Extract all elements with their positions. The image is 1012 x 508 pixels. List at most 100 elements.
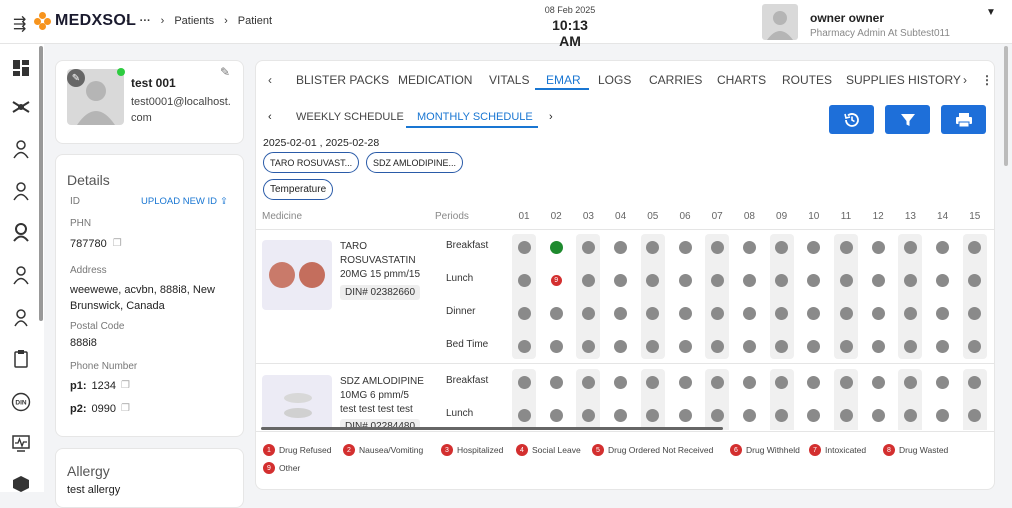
dose-pending-dot[interactable] — [742, 306, 756, 320]
dose-pending-dot[interactable] — [903, 339, 917, 353]
dose-pending-dot[interactable] — [614, 375, 628, 389]
dose-pending-dot[interactable] — [968, 273, 982, 287]
doctor-icon[interactable] — [11, 139, 31, 159]
dose-pending-dot[interactable] — [839, 339, 853, 353]
dose-pending-dot[interactable] — [614, 273, 628, 287]
dose-pending-dot[interactable] — [742, 273, 756, 287]
copy-icon[interactable]: ❐ — [113, 238, 122, 250]
tab-emar[interactable]: EMAR — [546, 73, 581, 87]
tab-charts[interactable]: CHARTS — [717, 73, 766, 87]
dose-pending-dot[interactable] — [646, 240, 660, 254]
clipboard-icon[interactable] — [11, 349, 31, 369]
page-scrollbar[interactable] — [1004, 46, 1008, 166]
tab-supplies-history[interactable]: SUPPLIES HISTORY — [846, 73, 961, 87]
dose-pending-dot[interactable] — [517, 273, 531, 287]
dose-pending-dot[interactable] — [871, 306, 885, 320]
dose-pending-dot[interactable] — [614, 408, 628, 422]
tabs-next-icon[interactable]: › — [963, 73, 967, 87]
dose-pending-dot[interactable] — [646, 306, 660, 320]
dose-pending-dot[interactable] — [775, 375, 789, 389]
dose-pending-dot[interactable] — [936, 408, 950, 422]
dose-pending-dot[interactable] — [807, 273, 821, 287]
tab-vitals[interactable]: VITALS — [489, 73, 529, 87]
dropdown-caret-icon[interactable]: ▼ — [986, 7, 996, 18]
more-dots-icon[interactable]: ··· — [140, 15, 151, 27]
dose-pending-dot[interactable] — [807, 306, 821, 320]
dashboard-icon[interactable] — [11, 58, 31, 78]
dose-pending-dot[interactable] — [903, 273, 917, 287]
nurse-icon[interactable] — [11, 307, 31, 327]
package-icon[interactable] — [11, 474, 31, 494]
dose-pending-dot[interactable] — [710, 273, 724, 287]
dose-pending-dot[interactable] — [871, 240, 885, 254]
dose-pending-dot[interactable] — [678, 273, 692, 287]
dose-pending-dot[interactable] — [839, 408, 853, 422]
dose-pending-dot[interactable] — [936, 240, 950, 254]
dose-pending-dot[interactable] — [903, 408, 917, 422]
dose-pending-dot[interactable] — [968, 408, 982, 422]
dose-pending-dot[interactable] — [839, 375, 853, 389]
dose-pending-dot[interactable] — [517, 408, 531, 422]
grid-scrollbar-v[interactable] — [994, 211, 995, 371]
dose-pending-dot[interactable] — [775, 273, 789, 287]
dose-pending-dot[interactable] — [517, 339, 531, 353]
dose-pending-dot[interactable] — [742, 375, 756, 389]
dose-pending-dot[interactable] — [807, 240, 821, 254]
dose-pending-dot[interactable] — [775, 408, 789, 422]
dose-pending-dot[interactable] — [936, 339, 950, 353]
brand-logo[interactable]: MEDXSOL — [34, 12, 136, 30]
dose-pending-dot[interactable] — [710, 339, 724, 353]
filter-chip[interactable]: TARO ROSUVAST... — [263, 152, 360, 173]
dose-pending-dot[interactable] — [646, 375, 660, 389]
dose-pending-dot[interactable] — [968, 306, 982, 320]
dose-pending-dot[interactable] — [903, 240, 917, 254]
edit-patient-icon[interactable]: ✎ — [220, 65, 230, 79]
tab-routes[interactable]: ROUTES — [782, 73, 832, 87]
tabs-prev-icon[interactable]: ‹ — [268, 73, 272, 87]
dose-pending-dot[interactable] — [710, 408, 724, 422]
dose-pending-dot[interactable] — [517, 306, 531, 320]
dose-pending-dot[interactable] — [581, 273, 595, 287]
user-menu[interactable]: owner owner Pharmacy Admin At Subtest011 — [762, 4, 950, 40]
tab-carries[interactable]: CARRIES — [649, 73, 702, 87]
grid-scrollbar-h[interactable] — [261, 427, 723, 430]
user-support-icon[interactable] — [11, 222, 31, 242]
tab-monthly-schedule[interactable]: MONTHLY SCHEDULE — [417, 111, 533, 123]
menu-toggle-icon[interactable]: ⇶ — [13, 14, 26, 34]
dose-pending-dot[interactable] — [936, 273, 950, 287]
history-button[interactable] — [829, 105, 874, 134]
tab-logs[interactable]: LOGS — [598, 73, 631, 87]
print-button[interactable] — [941, 105, 986, 134]
dose-pending-dot[interactable] — [646, 339, 660, 353]
tab-weekly-schedule[interactable]: WEEKLY SCHEDULE — [296, 111, 404, 123]
dose-pending-dot[interactable] — [549, 375, 563, 389]
dose-pending-dot[interactable] — [807, 408, 821, 422]
dose-pending-dot[interactable] — [968, 339, 982, 353]
dose-pending-dot[interactable] — [871, 375, 885, 389]
dose-pending-dot[interactable] — [678, 408, 692, 422]
dose-pending-dot[interactable] — [871, 273, 885, 287]
schedule-prev-icon[interactable]: ‹ — [268, 111, 272, 123]
dose-pending-dot[interactable] — [936, 306, 950, 320]
back-chevron-icon[interactable]: ‹ — [126, 15, 130, 27]
dose-pending-dot[interactable] — [807, 339, 821, 353]
dose-pending-dot[interactable] — [614, 306, 628, 320]
dose-pending-dot[interactable] — [936, 375, 950, 389]
copy-icon[interactable]: ❐ — [121, 403, 130, 415]
dose-pending-dot[interactable] — [517, 240, 531, 254]
dose-pending-dot[interactable] — [614, 240, 628, 254]
dose-pending-dot[interactable] — [678, 375, 692, 389]
dose-pending-dot[interactable] — [871, 339, 885, 353]
dose-pending-dot[interactable] — [581, 339, 595, 353]
dose-pending-dot[interactable] — [968, 240, 982, 254]
upload-id-button[interactable]: UPLOAD NEW ID ⇪ — [141, 196, 228, 207]
dose-pending-dot[interactable] — [549, 339, 563, 353]
dose-pending-dot[interactable] — [678, 339, 692, 353]
copy-icon[interactable]: ❐ — [121, 380, 130, 392]
dose-pending-dot[interactable] — [646, 273, 660, 287]
dose-pending-dot[interactable] — [581, 240, 595, 254]
sidebar-scrollbar[interactable] — [39, 46, 43, 321]
filter-chip[interactable]: Temperature — [263, 179, 334, 200]
dose-pending-dot[interactable] — [839, 240, 853, 254]
schedule-next-icon[interactable]: › — [549, 111, 553, 123]
